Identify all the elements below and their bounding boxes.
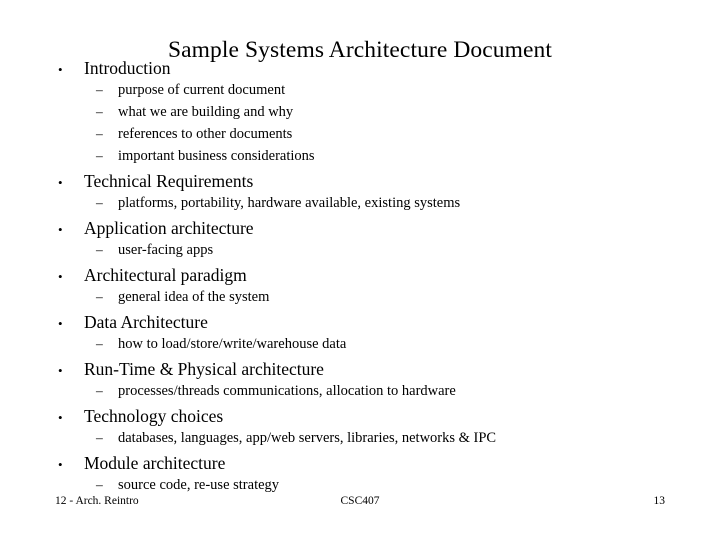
dash-icon: – <box>96 148 103 163</box>
outline-sub-bullet: – how to load/store/write/warehouse data <box>0 337 720 359</box>
outline-sub-bullet: – processes/threads communications, alloc… <box>0 384 720 406</box>
outline-sub-bullet: – references to other documents <box>0 127 720 149</box>
dash-icon: – <box>96 195 103 210</box>
outline-bullet: • Technical Requirements <box>0 171 720 196</box>
outline-sub-bullet: – databases, languages, app/web servers, … <box>0 431 720 453</box>
outline-bullet-label: Data Architecture <box>84 312 208 332</box>
bullet-dot-icon: • <box>58 175 63 190</box>
bullet-dot-icon: • <box>58 457 63 472</box>
footer-page-number: 13 <box>653 495 666 507</box>
outline-sub-bullet-label: source code, re-use strategy <box>118 477 280 493</box>
outline-sub-bullet-label: general idea of the system <box>118 289 270 305</box>
bullet-dot-icon: • <box>58 363 63 378</box>
outline-group: • Data Architecture – how to load/store/wri… <box>0 312 720 359</box>
outline-bullet: • Application architecture <box>0 218 720 243</box>
outline-group: • Technical Requirements – platforms, porta… <box>0 171 720 218</box>
outline-bullet: • Run-Time & Physical architecture <box>0 359 720 384</box>
dash-icon: – <box>96 104 103 119</box>
dash-icon: – <box>96 242 103 257</box>
slide-footer: 12 - Arch. Reintro CSC407 13 <box>0 495 720 515</box>
outline-bullet: • Architectural paradigm <box>0 265 720 290</box>
bullet-dot-icon: • <box>58 410 63 425</box>
dash-icon: – <box>96 477 103 492</box>
outline-bullet-label: Run-Time & Physical architecture <box>84 359 324 379</box>
outline-bullet: • Introduction <box>0 58 720 83</box>
outline-group: • Application architecture – user-facing ap… <box>0 218 720 265</box>
outline-sub-bullet-label: what we are building and why <box>118 104 294 120</box>
outline-group: • Run-Time & Physical architecture – proces… <box>0 359 720 406</box>
outline-sub-bullet: – what we are building and why <box>0 105 720 127</box>
outline-bullet-label: Technical Requirements <box>84 171 254 191</box>
outline-bullet-label: Application architecture <box>84 218 254 238</box>
outline-bullet: • Data Architecture <box>0 312 720 337</box>
outline-sub-bullet-label: platforms, portability, hardware availab… <box>118 195 461 211</box>
outline-bullet-label: Technology choices <box>84 406 224 426</box>
outline-sub-bullet: – platforms, portability, hardware availa… <box>0 196 720 218</box>
outline-sub-bullet-label: how to load/store/write/warehouse data <box>118 336 347 352</box>
outline-bullet: • Module architecture <box>0 453 720 478</box>
outline-group: • Technology choices – databases, languages… <box>0 406 720 453</box>
outline-sub-bullet: – general idea of the system <box>0 290 720 312</box>
bullet-dot-icon: • <box>58 269 63 284</box>
dash-icon: – <box>96 336 103 351</box>
outline-sub-bullet-label: purpose of current document <box>118 82 286 98</box>
dash-icon: – <box>96 383 103 398</box>
outline-sub-bullet-label: databases, languages, app/web servers, l… <box>118 430 497 446</box>
dash-icon: – <box>96 430 103 445</box>
outline-sub-bullet: – user-facing apps <box>0 243 720 265</box>
footer-center-label: CSC407 <box>340 495 380 507</box>
outline-group: • Introduction – purpose of current documen… <box>0 58 720 171</box>
outline-sub-bullet: – important business considerations <box>0 149 720 171</box>
outline-sub-bullet-label: important business considerations <box>118 148 315 164</box>
dash-icon: – <box>96 126 103 141</box>
bullet-dot-icon: • <box>58 222 63 237</box>
dash-icon: – <box>96 82 103 97</box>
outline-group: • Architectural paradigm – general idea of … <box>0 265 720 312</box>
bullet-dot-icon: • <box>58 62 63 77</box>
outline-bullet-label: Module architecture <box>84 453 226 473</box>
outline-sub-bullet-label: references to other documents <box>118 126 293 142</box>
outline-bullet: • Technology choices <box>0 406 720 431</box>
presentation-slide: Sample Systems Architecture Document • In… <box>0 0 720 540</box>
outline-bullet-label: Architectural paradigm <box>84 265 247 285</box>
outline-bullet-label: Introduction <box>84 58 171 78</box>
bullet-dot-icon: • <box>58 316 63 331</box>
outline-sub-bullet-label: user-facing apps <box>118 242 214 258</box>
outline-sub-bullet-label: processes/threads communications, alloca… <box>118 383 456 399</box>
dash-icon: – <box>96 289 103 304</box>
outline-sub-bullet: – purpose of current document <box>0 83 720 105</box>
slide-body: • Introduction – purpose of current documen… <box>0 58 720 500</box>
outline-group: • Module architecture – source code, re-use… <box>0 453 720 500</box>
